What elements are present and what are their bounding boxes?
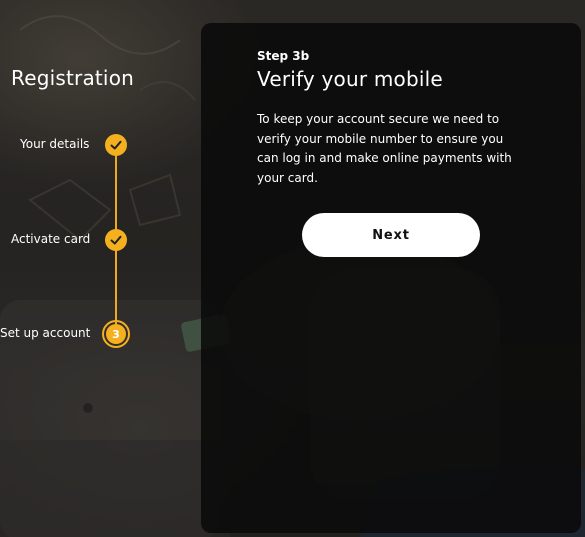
step-kicker: Step 3b [257,49,310,63]
check-icon [110,140,122,150]
panel-title: Verify your mobile [257,67,443,91]
step-number: 3 [106,324,126,344]
step-complete-icon [105,134,127,156]
verify-mobile-panel: Step 3b Verify your mobile To keep your … [201,23,581,533]
step-label-activate-card: Activate card [11,232,91,246]
step-complete-icon [105,229,127,251]
step-label-set-up-account: Set up account [0,326,91,340]
panel-description: To keep your account secure we need to v… [257,112,512,185]
next-button[interactable]: Next [302,213,480,257]
check-icon [110,235,122,245]
step-current-indicator: 3 [102,320,130,348]
step-label-your-details: Your details [20,137,90,151]
registration-title: Registration [11,66,135,90]
